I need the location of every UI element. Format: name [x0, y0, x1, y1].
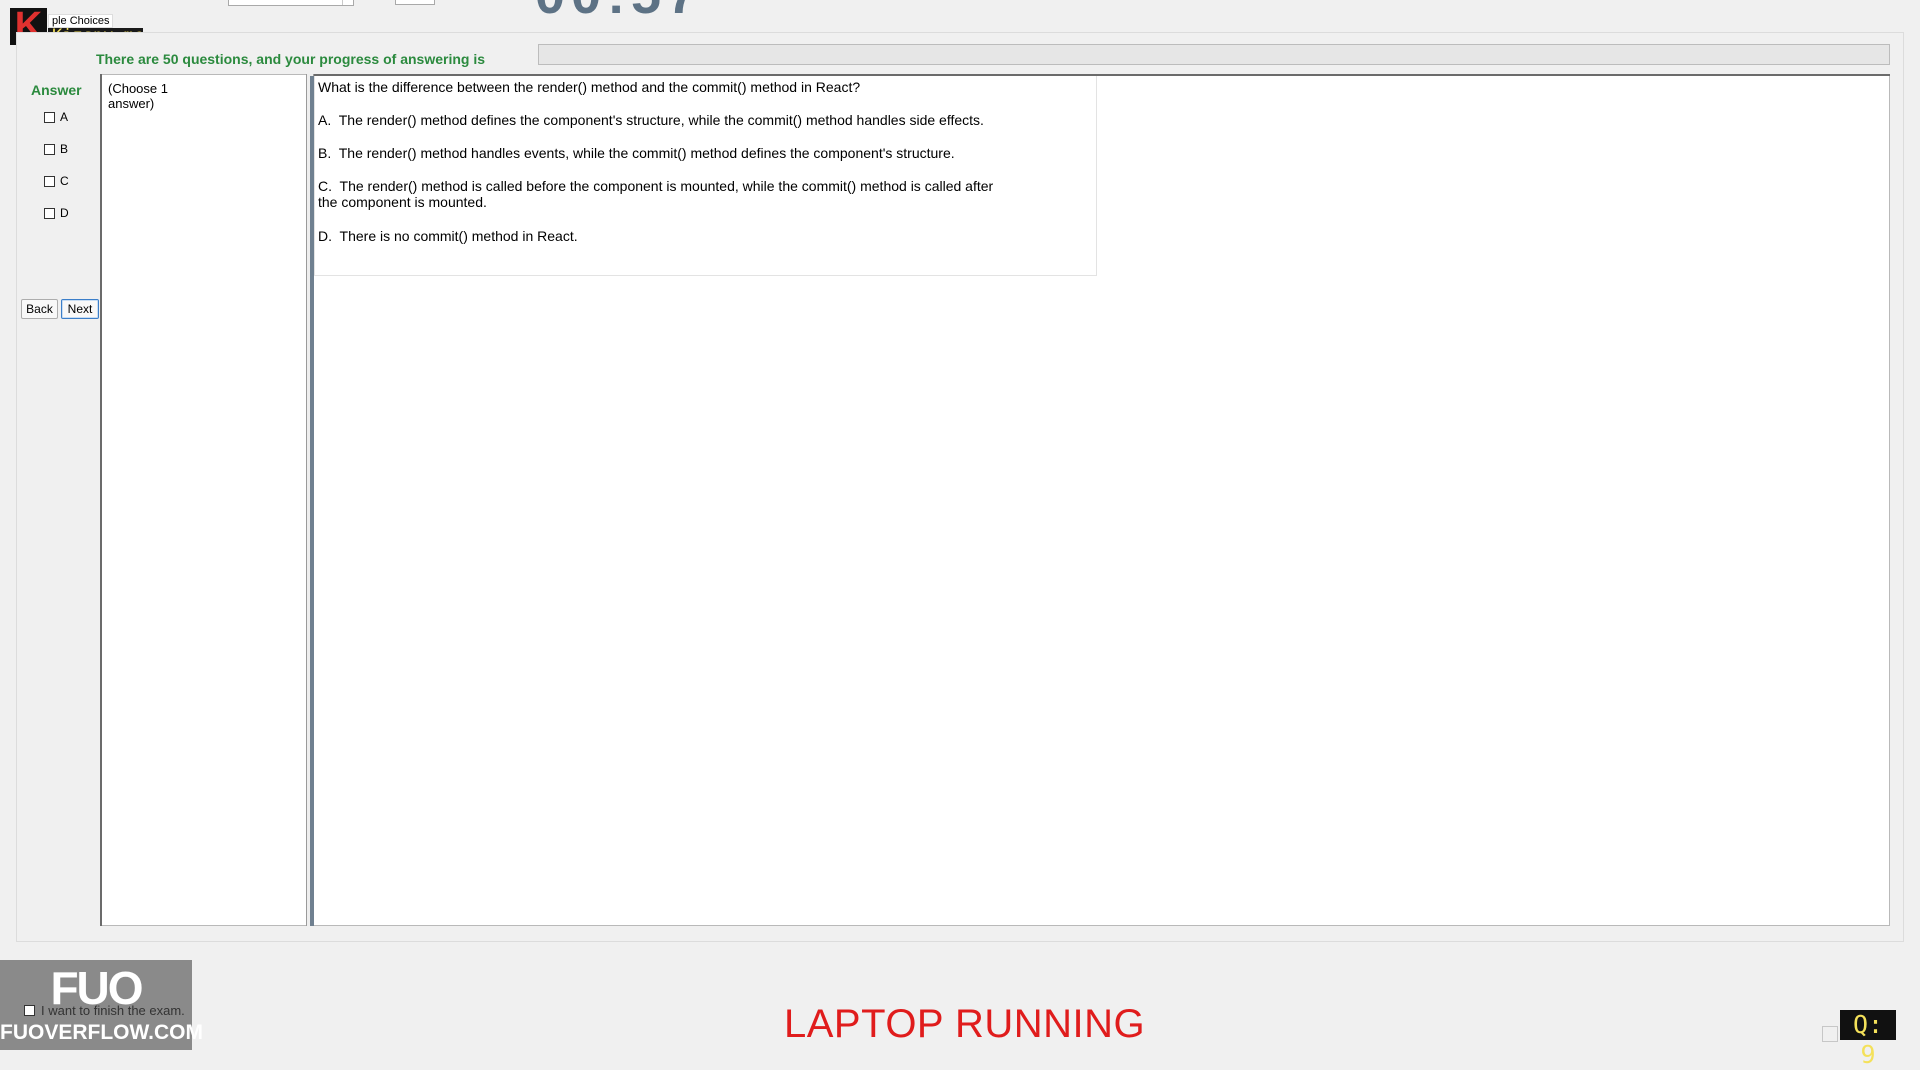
content-left-border [100, 74, 102, 926]
answer-option-c[interactable]: C [44, 173, 69, 189]
question-option-c: C. The render() method is called before … [318, 178, 1058, 210]
question-option-b: B. The render() method handles events, w… [318, 145, 1058, 161]
question-option-a-text: A. The render() method defines the compo… [318, 112, 984, 128]
corner-toggle[interactable] [1822, 1026, 1838, 1042]
answer-b-label: B [60, 142, 69, 156]
next-button[interactable]: Next [61, 299, 99, 319]
finish-exam-label: I want to finish the exam. [41, 1003, 185, 1018]
answer-d-checkbox[interactable] [44, 207, 55, 219]
exam-timer: 00:57 [535, 0, 703, 26]
back-button[interactable]: Back [21, 299, 58, 319]
answer-a-label: A [60, 110, 69, 124]
question-counter: Q: 9 [1840, 1010, 1896, 1069]
answer-c-checkbox[interactable] [44, 175, 55, 187]
fuo-site-label: FUOVERFLOW.COM [0, 1021, 203, 1044]
answer-option-d[interactable]: D [44, 205, 69, 221]
question-option-b-text: B. The render() method handles events, w… [318, 145, 955, 161]
finish-exam-checkbox[interactable] [24, 1005, 35, 1016]
answer-c-label: C [60, 174, 69, 188]
answer-a-checkbox[interactable] [44, 111, 55, 123]
choose-note: (Choose 1 answer) [108, 81, 168, 111]
top-small-button[interactable] [395, 0, 435, 5]
answer-b-checkbox[interactable] [44, 143, 55, 155]
answer-label: Answer [31, 82, 82, 98]
status-text: LAPTOP RUNNING [784, 1002, 1146, 1046]
progress-text: There are 50 questions, and your progres… [96, 51, 485, 67]
finish-exam-row[interactable]: I want to finish the exam. [24, 1003, 185, 1018]
chevron-down-icon[interactable] [342, 0, 353, 5]
progress-bar [538, 44, 1890, 65]
answer-d-label: D [60, 206, 69, 220]
question-box [314, 76, 1097, 276]
answer-option-a[interactable]: A [44, 109, 68, 125]
answer-option-b[interactable]: B [44, 141, 68, 157]
question-option-d-text: D. There is no commit() method in React. [318, 228, 578, 244]
question-option-c-text: C. The render() method is called before … [318, 178, 994, 210]
question-option-d: D. There is no commit() method in React. [318, 228, 1058, 244]
question-text: What is the difference between the rende… [318, 79, 861, 95]
question-option-a: A. The render() method defines the compo… [318, 112, 1058, 128]
top-dropdown[interactable] [228, 0, 354, 6]
